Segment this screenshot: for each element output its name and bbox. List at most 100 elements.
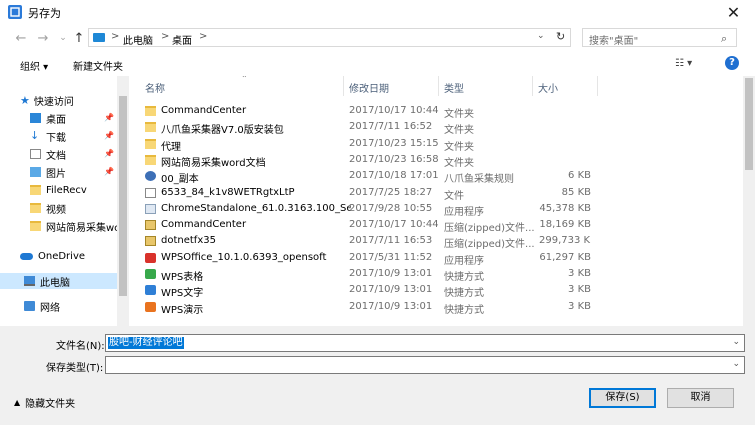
column-divider[interactable] [597,76,598,96]
file-size: 3 KB [568,300,591,312]
filetype-select[interactable]: ⌄ [105,356,745,374]
forward-button[interactable]: → [34,29,52,47]
nav-item-label: 此电脑 [40,277,70,289]
file-size: 18,169 KB [539,219,591,231]
file-row[interactable]: CommandCenter 2017/10/17 10:44 压缩(zipped)文… [135,217,743,235]
file-name: WPS文字 [161,288,204,300]
nav-item-quick-access[interactable]: ★ 快速访问 [20,92,74,108]
nav-item-label: 网络 [40,302,60,314]
navigation-pane: ★ 快速访问 桌面 📌 ↓ 下载 📌 文档 📌 图片 📌 FileRecv 视频… [0,76,130,326]
file-type: 压缩(zipped)文件... [444,223,535,235]
up-button[interactable]: ↑ [70,29,88,47]
file-date: 2017/7/11 16:52 [349,121,433,133]
chevron-down-icon[interactable]: ⌄ [732,337,740,347]
file-size: 6 KB [568,170,591,182]
file-name: 网站简易采集word文档 [161,157,266,169]
toolbar: 组织 ▾ 新建文件夹 ☷ ▾ ? [0,52,755,76]
breadcrumb-this-pc[interactable]: 此电脑 [123,32,153,47]
file-date: 2017/10/17 10:44 [349,219,439,231]
file-date: 2017/10/18 17:01 [349,170,439,182]
filename-field[interactable]: 股吧-财经评论吧 ⌄ [105,334,745,352]
search-input[interactable]: 搜索"桌面" [589,32,638,47]
window-title: 另存为 [28,7,61,20]
refresh-icon[interactable]: ↻ [556,30,565,43]
zip-icon [145,236,156,247]
column-divider[interactable] [438,76,439,96]
nav-item-network[interactable]: 网络 [24,298,60,314]
download-icon: ↓ [30,129,40,142]
address-dropdown-icon[interactable]: ⌄ [537,31,545,41]
file-type: 文件夹 [444,125,474,137]
cancel-button[interactable]: 取消 [667,388,734,408]
nav-item-videos[interactable]: 视频 [30,200,66,216]
file-date: 2017/10/9 13:01 [349,284,433,296]
chevron-down-icon[interactable]: ⌄ [732,359,740,369]
file-date: 2017/10/17 10:44 [349,105,439,116]
organize-menu[interactable]: 组织 ▾ [20,58,48,73]
search-box[interactable]: 搜索"桌面" ⌕ [582,28,737,47]
file-list-scrollbar-thumb[interactable] [745,78,753,170]
file-row[interactable]: 网站简易采集word文档 2017/10/23 16:58 文件夹 [135,152,743,169]
file-name: WPS表格 [161,272,204,283]
column-divider[interactable] [532,76,533,96]
file-row[interactable]: WPS演示 2017/10/9 13:01 快捷方式 3 KB [135,299,743,316]
nav-item-documents[interactable]: 文档 [30,146,66,162]
file-name: dotnetfx35 [161,235,216,247]
nav-item-this-pc[interactable]: 此电脑 [0,273,117,289]
file-type: 快捷方式 [444,304,484,316]
pin-icon: 📌 [104,131,114,140]
address-bar[interactable]: > 此电脑 > 桌面 > ⌄ ↻ [88,28,571,47]
nav-item-downloads[interactable]: ↓ 下载 [30,128,66,144]
file-name: 八爪鱼采集器V7.0版安装包 [161,125,284,137]
nav-pane-scrollbar-thumb[interactable] [119,96,127,296]
file-size: 61,297 KB [539,251,591,263]
onedrive-icon [20,252,33,260]
wps-writer-icon [145,285,156,296]
file-name: ChromeStandalone_61.0.3163.100_Se... [161,202,351,214]
view-options-icon[interactable]: ☷ ▾ [675,58,692,69]
new-folder-button[interactable]: 新建文件夹 [73,58,123,73]
column-header-type[interactable]: 类型 [444,80,464,95]
pictures-icon [30,167,41,177]
pin-icon: 📌 [104,149,114,158]
folder-icon [145,106,156,116]
nav-item-pictures[interactable]: 图片 [30,164,66,180]
file-row[interactable]: 00_副本 2017/10/18 17:01 八爪鱼采集规则 6 KB [135,168,743,185]
this-pc-icon [24,276,35,286]
file-type: 文件夹 [444,157,474,169]
nav-item-website-folder[interactable]: 网站简易采集wc [30,218,120,234]
filename-label: 文件名(N): [56,341,105,352]
help-icon[interactable]: ? [725,56,739,70]
file-row[interactable]: WPSOffice_10.1.0.6393_opensoft 2017/5/31 … [135,250,743,267]
nav-item-desktop[interactable]: 桌面 [30,110,66,126]
column-header-date[interactable]: 修改日期 [349,80,389,95]
file-row[interactable]: ChromeStandalone_61.0.3163.100_Se... 2017… [135,201,743,218]
folder-icon [145,154,156,165]
folder-icon [30,221,41,231]
file-row[interactable]: dotnetfx35 2017/7/11 16:53 压缩(zipped)文件...… [135,233,743,250]
column-divider[interactable] [343,76,344,96]
filename-input[interactable]: 股吧-财经评论吧 [108,337,184,349]
file-row[interactable]: 八爪鱼采集器V7.0版安装包 2017/7/11 16:52 文件夹 [135,119,743,137]
column-header-size[interactable]: 大小 [538,80,558,95]
file-row[interactable]: 代理 2017/10/23 15:15 文件夹 [135,136,743,153]
save-button[interactable]: 保存(S) [589,388,656,408]
file-type: 文件夹 [444,141,474,153]
file-row[interactable]: 6533_84_k1v8WETRgtxLtP 2017/7/25 18:27 文件 8… [135,185,743,202]
back-button[interactable]: ← [12,29,30,47]
breadcrumb-desktop[interactable]: 桌面 [172,32,192,47]
nav-item-label: 网站简易采集wc [46,222,120,234]
close-button[interactable]: ✕ [712,0,755,24]
file-list: ⌃ 名称 修改日期 类型 大小 CommandCenter 2017/10/17 … [135,76,743,326]
nav-item-onedrive[interactable]: OneDrive [20,248,85,264]
chevron-down-icon: ⌄ [59,33,67,43]
column-header-name[interactable]: 名称 [145,80,165,95]
file-name: WPSOffice_10.1.0.6393_opensoft [161,251,327,263]
file-row[interactable]: CommandCenter 2017/10/17 10:44 文件夹 [135,103,743,120]
file-type: 应用程序 [444,255,484,267]
app-icon [8,5,22,19]
nav-item-filerecv[interactable]: FileRecv [30,182,87,198]
file-row[interactable]: WPS表格 2017/10/9 13:01 快捷方式 3 KB [135,266,743,283]
hide-folders-toggle[interactable]: ▲ 隐藏文件夹 [14,395,75,410]
file-row[interactable]: WPS文字 2017/10/9 13:01 快捷方式 3 KB [135,282,743,300]
